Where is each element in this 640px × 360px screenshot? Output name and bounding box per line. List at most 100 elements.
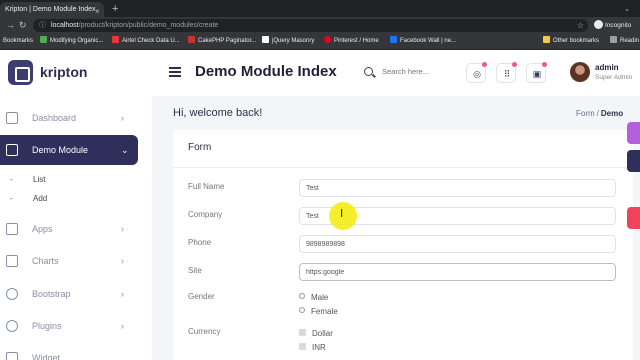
cart-icon[interactable] bbox=[627, 207, 640, 229]
url-host: localhost bbox=[51, 22, 79, 29]
site-label: Site bbox=[188, 266, 202, 275]
checkbox-label: INR bbox=[312, 343, 326, 352]
divider bbox=[173, 167, 633, 168]
sidebar-subitem-label: Add bbox=[33, 194, 48, 203]
breadcrumb: Form / Demo bbox=[576, 109, 623, 118]
incognito-icon bbox=[594, 20, 603, 29]
sidebar-item-label: Charts bbox=[32, 256, 59, 266]
bookmark-item[interactable]: Airtel Check Data U... bbox=[112, 34, 180, 49]
apps-grid-button[interactable]: ⠿ bbox=[496, 62, 517, 83]
browser-tab-title: Kripton | Demo Module Index bbox=[5, 6, 96, 13]
sidebar-item-demo-module[interactable]: Demo Module ⌄ bbox=[0, 135, 138, 165]
browser-tab[interactable]: Kripton | Demo Module Index × bbox=[0, 2, 104, 17]
bookmark-item[interactable]: Facebook Wall | ne... bbox=[390, 34, 456, 49]
phone-field[interactable] bbox=[299, 235, 616, 253]
bookmark-item[interactable]: Modifying Organic... bbox=[40, 34, 103, 49]
incognito-indicator[interactable]: Incognito bbox=[594, 17, 631, 34]
sidebar-subitem-add[interactable]: - Add bbox=[0, 190, 140, 208]
currency-option-dollar[interactable]: Dollar bbox=[299, 329, 333, 338]
radio-button[interactable] bbox=[299, 293, 305, 299]
dashboard-icon bbox=[6, 112, 18, 124]
breadcrumb-separator: / bbox=[596, 109, 599, 118]
url-path: /product/kripton/public/demo_modules/cre… bbox=[78, 22, 219, 29]
sidebar-item-plugins[interactable]: Plugins › bbox=[0, 311, 152, 341]
radio-label: Male bbox=[311, 293, 329, 302]
gender-option-male[interactable]: Male bbox=[299, 293, 328, 302]
new-tab-button[interactable]: + bbox=[112, 2, 118, 17]
browser-toolbar: → ↻ ⓘ localhost/product/kripton/public/d… bbox=[0, 17, 640, 34]
welcome-heading: Hi, welcome back! bbox=[173, 107, 263, 119]
heart-icon bbox=[6, 320, 18, 332]
settings-gear-icon[interactable] bbox=[627, 150, 640, 172]
widget-icon bbox=[6, 352, 18, 360]
sidebar-item-label: Apps bbox=[32, 224, 53, 234]
topbar: Demo Module Index ◎ ⠿ ▣ admin Super Admi… bbox=[152, 50, 640, 96]
gender-label: Gender bbox=[188, 292, 215, 301]
chevron-right-icon: › bbox=[121, 113, 124, 123]
sidebar-item-dashboard[interactable]: Dashboard › bbox=[0, 103, 152, 133]
currency-option-inr[interactable]: INR bbox=[299, 343, 326, 352]
site-field[interactable] bbox=[299, 263, 616, 281]
checkbox[interactable] bbox=[299, 343, 306, 350]
reload-icon[interactable]: ↻ bbox=[19, 17, 27, 34]
sidebar-item-label: Plugins bbox=[32, 321, 62, 331]
avatar[interactable] bbox=[570, 62, 590, 82]
gender-option-female[interactable]: Female bbox=[299, 307, 338, 316]
bullet-dash: - bbox=[10, 175, 13, 184]
search-input[interactable] bbox=[382, 63, 452, 80]
address-bar[interactable]: ⓘ localhost/product/kripton/public/demo_… bbox=[33, 19, 588, 32]
forward-icon[interactable]: → bbox=[6, 17, 15, 34]
sidebar-subitem-list[interactable]: - List bbox=[0, 171, 140, 189]
checkbox[interactable] bbox=[299, 329, 306, 336]
document-icon bbox=[6, 144, 18, 156]
breadcrumb-current: Demo bbox=[600, 109, 624, 118]
full-name-field[interactable] bbox=[299, 179, 616, 197]
page-title: Demo Module Index bbox=[195, 63, 337, 80]
search-icon[interactable] bbox=[364, 67, 373, 76]
radio-label: Female bbox=[311, 307, 338, 316]
company-label: Company bbox=[188, 210, 223, 219]
close-icon[interactable]: × bbox=[95, 4, 100, 17]
chevron-right-icon: › bbox=[121, 321, 124, 331]
gift-button[interactable]: ▣ bbox=[526, 62, 547, 83]
theme-tab-button[interactable] bbox=[627, 122, 640, 144]
browser-tabstrip: Kripton | Demo Module Index × + ⌄ bbox=[0, 0, 640, 17]
sidebar-item-bootstrap[interactable]: Bootstrap › bbox=[0, 279, 152, 309]
sidebar-item-apps[interactable]: Apps › bbox=[0, 214, 152, 244]
grid-icon: ⠿ bbox=[503, 69, 511, 79]
sidebar-item-label: Demo Module bbox=[32, 145, 89, 155]
radio-button[interactable] bbox=[299, 307, 305, 313]
bookmark-item[interactable]: Pinterest / Home bbox=[324, 34, 379, 49]
chip-icon bbox=[8, 60, 33, 85]
sidebar-item-label: Widget bbox=[32, 353, 61, 360]
breadcrumb-link-form[interactable]: Form bbox=[576, 109, 595, 118]
notification-button[interactable]: ◎ bbox=[466, 62, 487, 83]
user-name[interactable]: admin bbox=[595, 63, 619, 72]
bookmark-favicon bbox=[390, 36, 397, 43]
chevron-right-icon: › bbox=[121, 256, 124, 266]
logo-text: kripton bbox=[40, 64, 88, 80]
bullet-dash: - bbox=[10, 194, 13, 203]
notification-dot bbox=[482, 62, 487, 67]
bookmark-folder[interactable]: Other bookmarks bbox=[543, 34, 599, 49]
chevron-down-icon[interactable]: ⌄ bbox=[624, 2, 630, 17]
bookmark-favicon bbox=[324, 36, 331, 43]
bookmark-favicon bbox=[112, 36, 119, 43]
bookmark-item[interactable]: CakePHP Paginator... bbox=[188, 34, 256, 49]
app-viewport: kripton Dashboard › Demo Module ⌄ - List… bbox=[0, 50, 640, 360]
folder-icon bbox=[543, 36, 550, 43]
bookmark-item[interactable]: jQuery Masonry bbox=[262, 34, 314, 49]
info-icon[interactable]: ⓘ bbox=[39, 19, 46, 32]
sidebar-subitem-label: List bbox=[33, 175, 46, 184]
bookmark-item[interactable]: Readin bbox=[610, 34, 639, 49]
star-icon[interactable]: ☆ bbox=[577, 19, 584, 32]
bookmark-item[interactable]: Bookmarks bbox=[3, 34, 33, 49]
monitor-icon bbox=[6, 223, 18, 235]
sidebar-item-widget[interactable]: Widget bbox=[0, 343, 152, 360]
sidebar-item-label: Dashboard bbox=[32, 113, 77, 123]
sidebar: kripton Dashboard › Demo Module ⌄ - List… bbox=[0, 50, 152, 360]
sidebar-item-label: Bootstrap bbox=[32, 289, 71, 299]
hamburger-menu-icon[interactable] bbox=[169, 67, 181, 77]
chevron-right-icon: › bbox=[121, 289, 124, 299]
sidebar-item-charts[interactable]: Charts › bbox=[0, 246, 152, 276]
